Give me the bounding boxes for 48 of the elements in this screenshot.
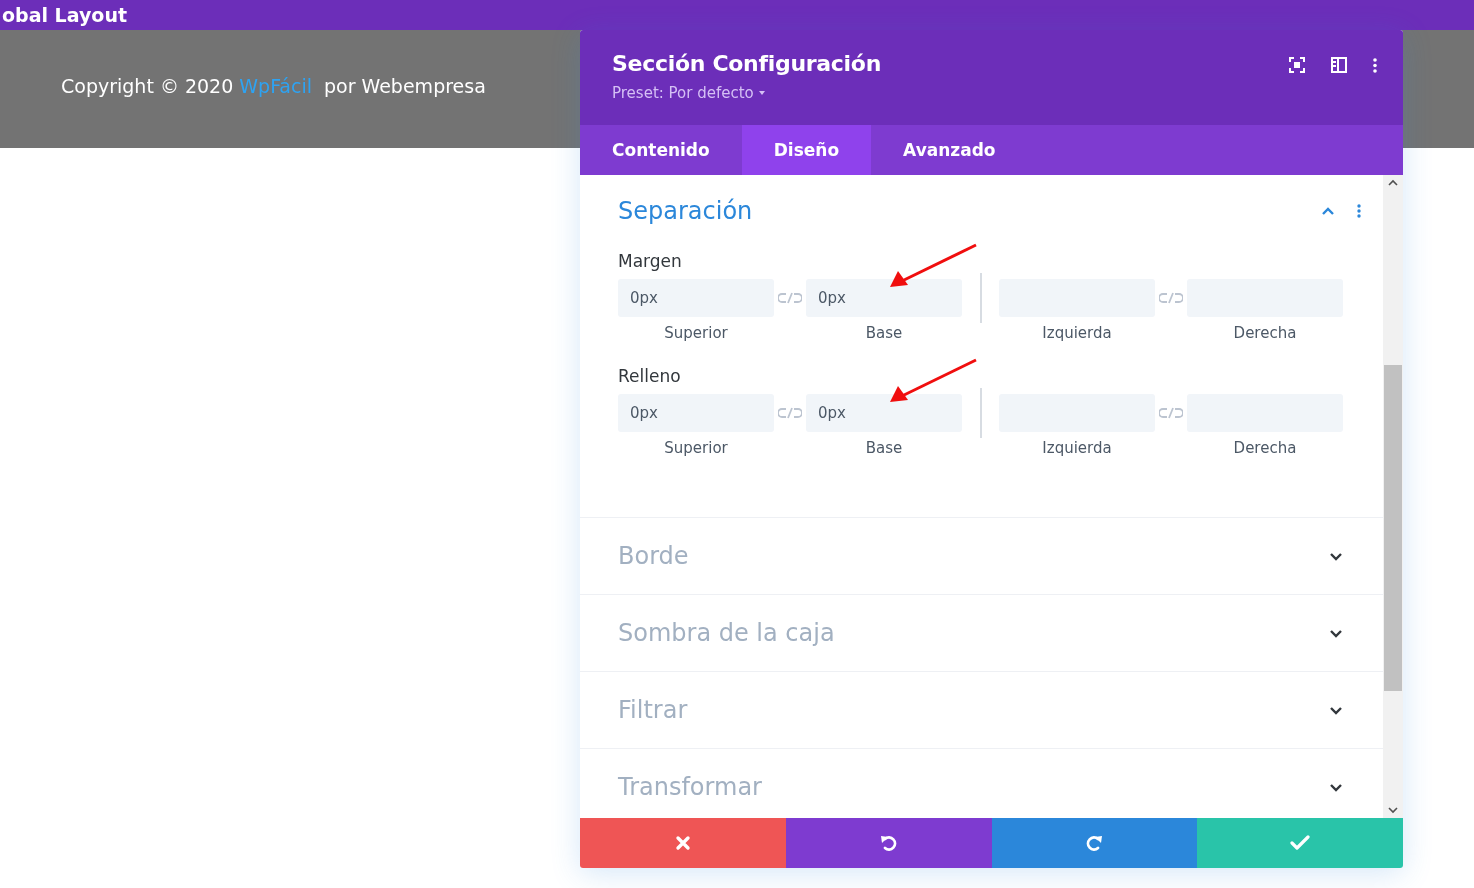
more-options-icon[interactable] — [1357, 204, 1361, 218]
more-options-icon[interactable] — [1373, 57, 1377, 73]
caret-icon — [758, 91, 765, 95]
field-label: Base — [865, 439, 903, 457]
field-label: Superior — [664, 439, 728, 457]
scroll-up-icon[interactable] — [1388, 179, 1398, 186]
redo-icon — [1084, 833, 1105, 853]
footer-credit: por Webempresa — [323, 75, 486, 97]
tab[interactable]: Diseño — [741, 125, 872, 175]
link-icon[interactable] — [778, 407, 802, 419]
redo-button[interactable] — [991, 818, 1198, 868]
undo-icon — [878, 833, 899, 853]
group-label: Relleno — [618, 366, 682, 386]
page-title: obal Layout — [2, 4, 127, 26]
fullscreen-icon[interactable] — [1289, 57, 1305, 73]
close-icon — [674, 835, 691, 851]
tab[interactable]: Contenido — [580, 125, 742, 175]
chevron-down-icon[interactable] — [1329, 705, 1343, 715]
field-label: Izquierda — [1042, 439, 1112, 457]
scrollbar-thumb[interactable] — [1384, 365, 1402, 691]
preset-dropdown[interactable]: Preset: Por defecto — [612, 84, 882, 102]
input-field[interactable]: 0px — [618, 394, 774, 432]
link-icon[interactable] — [778, 292, 802, 304]
cancel-button[interactable] — [580, 818, 786, 868]
modal-title: Sección Configuración — [612, 51, 882, 76]
tab[interactable]: Avanzado — [871, 125, 1028, 175]
field-label: Izquierda — [1042, 324, 1112, 342]
undo-button[interactable] — [785, 818, 992, 868]
input-field[interactable]: 0px — [806, 279, 962, 317]
chevron-down-icon[interactable] — [1329, 551, 1343, 561]
section-title[interactable]: Separación — [618, 197, 753, 225]
chevron-down-icon[interactable] — [1329, 782, 1343, 792]
scrollbar[interactable] — [1383, 175, 1403, 818]
chevron-down-icon[interactable] — [1329, 628, 1343, 638]
group-label: Margen — [618, 251, 683, 271]
field-label: Derecha — [1233, 439, 1297, 457]
sidebar-layout-icon[interactable] — [1331, 57, 1347, 73]
field-label: Superior — [664, 324, 728, 342]
field-label: Base — [865, 324, 903, 342]
field-label: Derecha — [1233, 324, 1297, 342]
input-field[interactable]: 0px — [806, 394, 962, 432]
scroll-down-icon[interactable] — [1388, 807, 1398, 814]
link-icon[interactable] — [1159, 407, 1183, 419]
link-icon[interactable] — [1159, 292, 1183, 304]
check-icon — [1290, 835, 1311, 851]
chevron-up-icon[interactable] — [1321, 206, 1335, 216]
input-field[interactable]: 0px — [618, 279, 774, 317]
copyright-text: Copyright © 2020 — [61, 75, 234, 97]
